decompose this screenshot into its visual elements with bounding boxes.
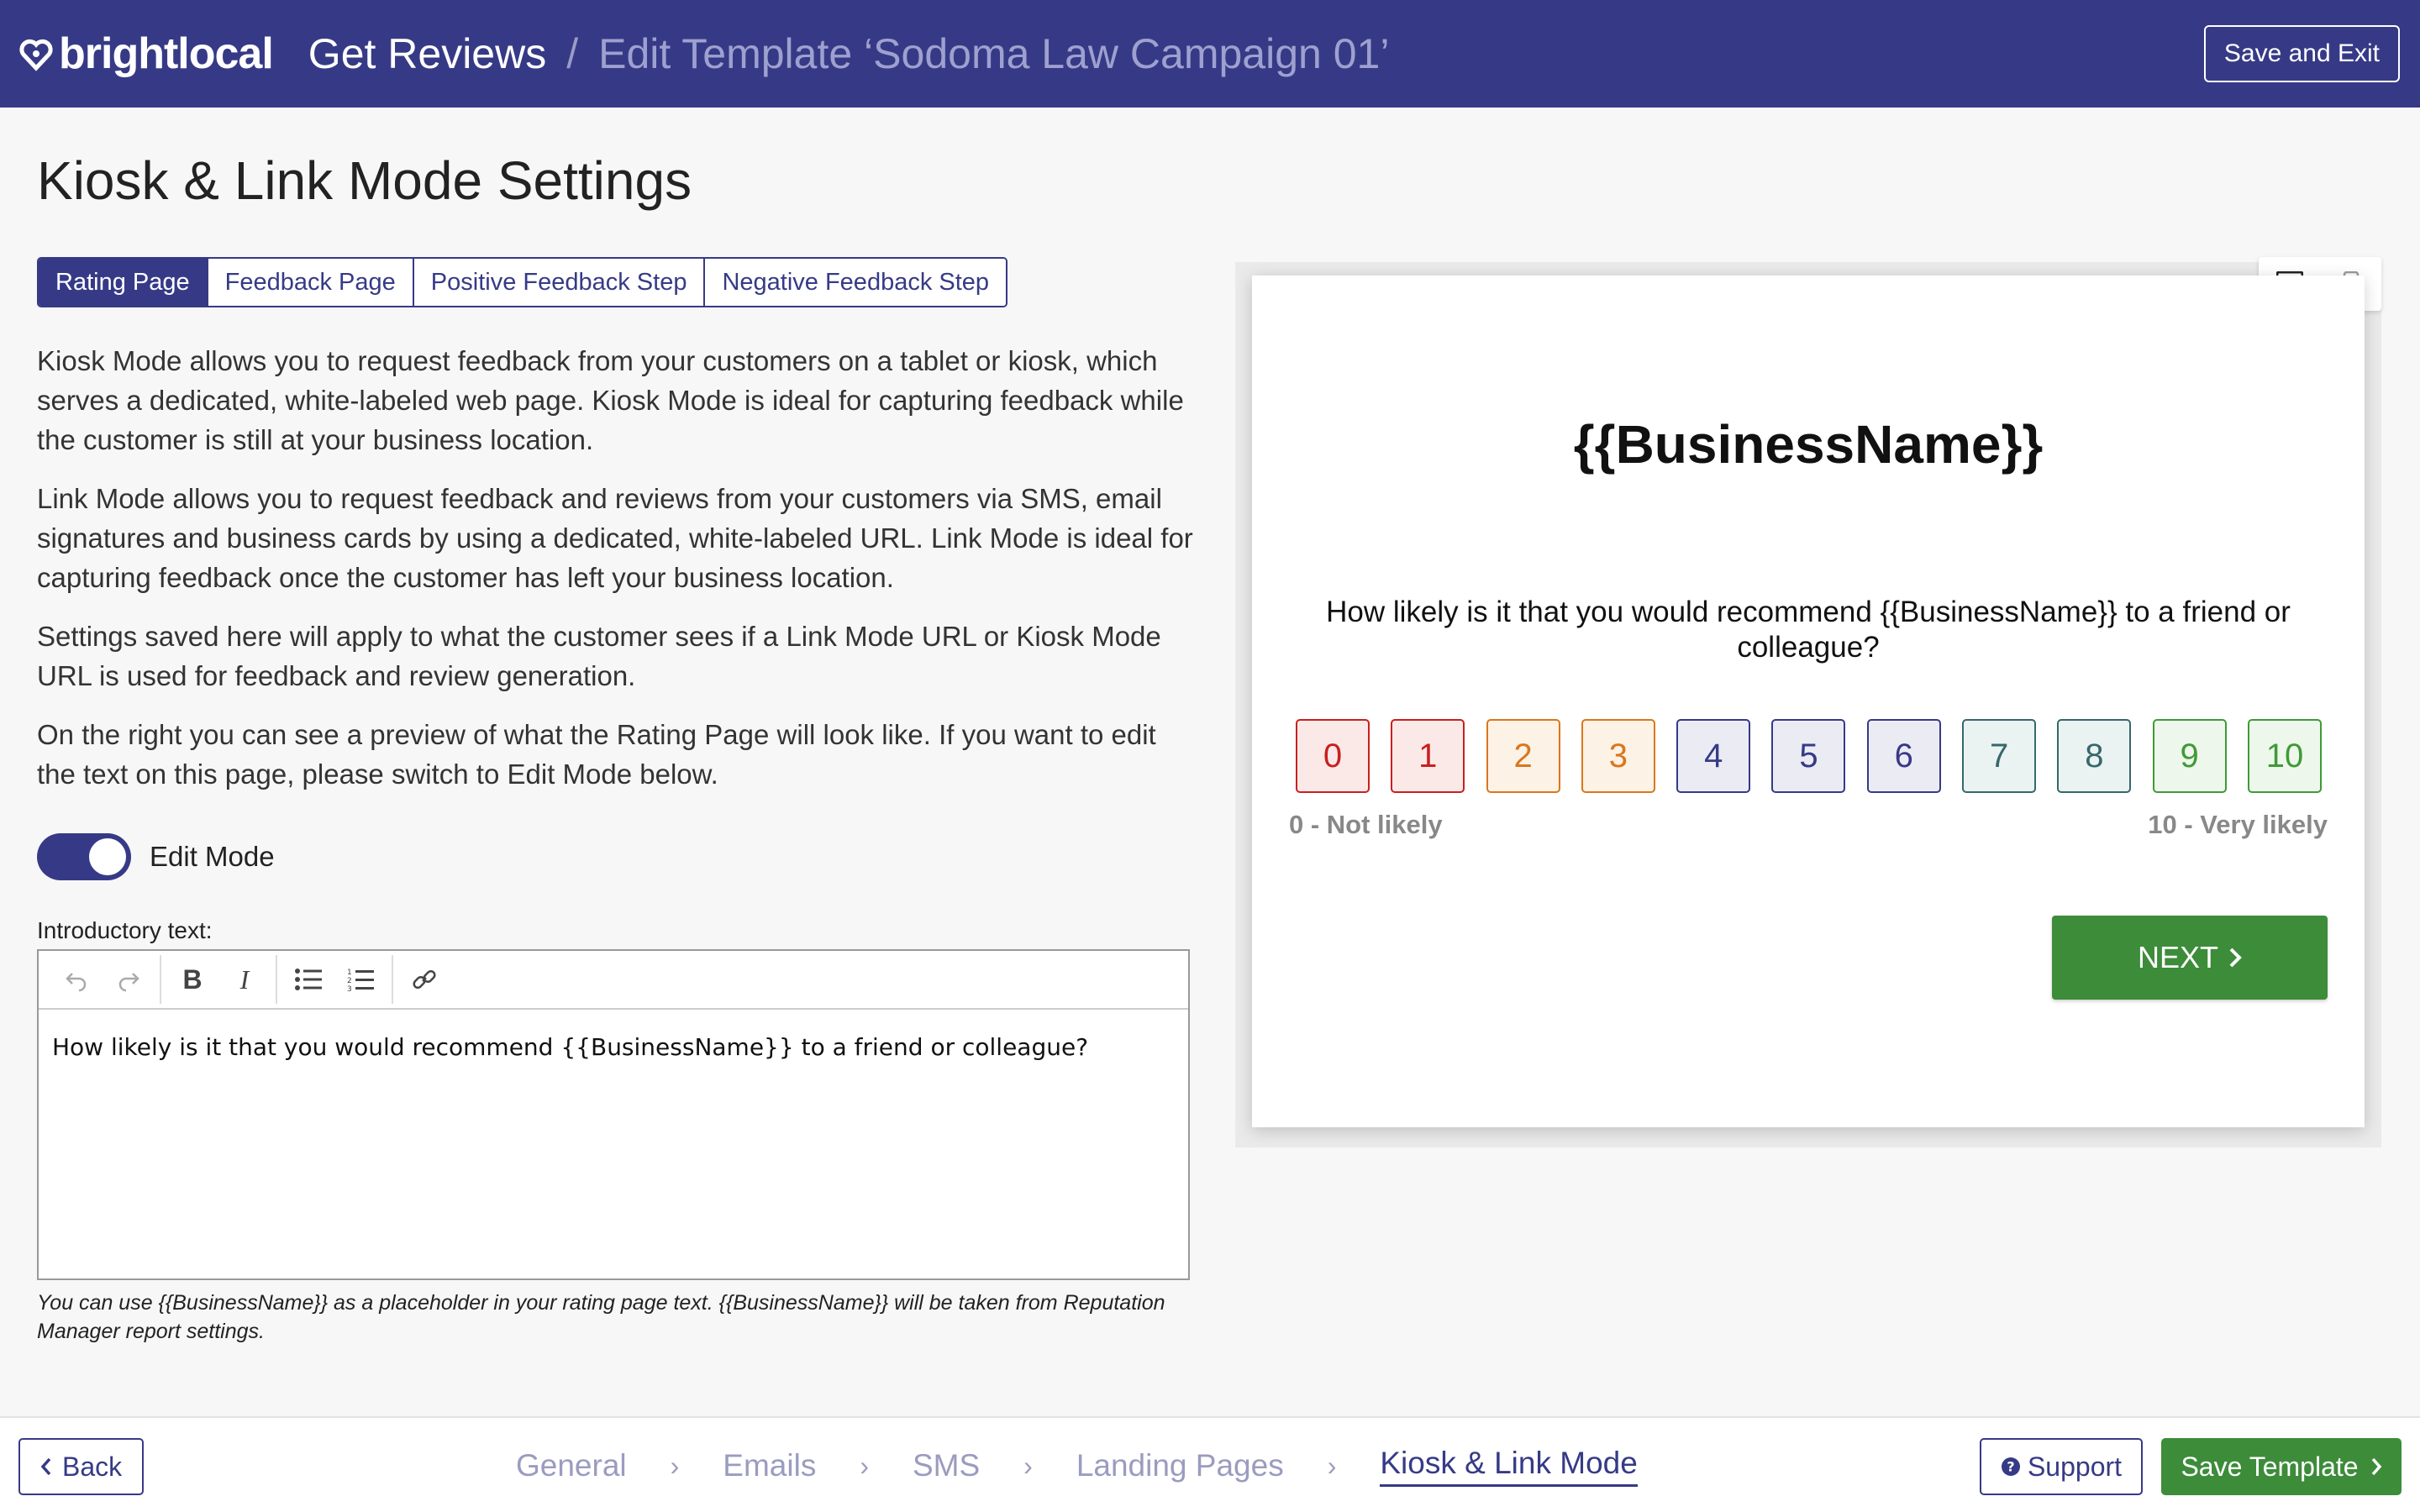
edit-mode-label: Edit Mode (150, 841, 275, 872)
preview-business-name: {{BusinessName}} (1573, 414, 2044, 475)
save-template-button[interactable]: Save Template (2161, 1438, 2402, 1495)
score-option-2[interactable]: 2 (1486, 719, 1560, 793)
breadcrumb-separator: / (566, 30, 579, 77)
wizard-steps: General › Emails › SMS › Landing Pages ›… (516, 1418, 1638, 1512)
step-general[interactable]: General (516, 1448, 627, 1483)
chevron-right-icon: › (1327, 1450, 1337, 1481)
undo-icon[interactable] (50, 956, 103, 1003)
toolbar-divider (392, 955, 393, 1004)
tab-negative-feedback-step[interactable]: Negative Feedback Step (705, 259, 1007, 306)
scale-low-label: 0 - Not likely (1289, 810, 1443, 839)
chevron-right-icon (2228, 947, 2242, 969)
description-paragraph: Link Mode allows you to request feedback… (37, 483, 1193, 593)
svg-text:?: ? (2007, 1459, 2014, 1475)
placeholder-help-text: You can use {{BusinessName}} as a placeh… (37, 1291, 1165, 1343)
description-paragraph: Settings saved here will apply to what t… (37, 621, 1161, 691)
svg-text:1: 1 (347, 969, 352, 977)
score-option-7[interactable]: 7 (1962, 719, 2037, 793)
back-button[interactable]: Back (18, 1438, 145, 1495)
save-template-label: Save Template (2181, 1451, 2359, 1482)
description-paragraph: On the right you can see a preview of wh… (37, 719, 1156, 790)
edit-mode-row: Edit Mode (37, 833, 275, 880)
bold-icon[interactable]: B (166, 956, 218, 1003)
scale-high-label: 10 - Very likely (2148, 810, 2328, 839)
bottom-navigation: Back General › Emails › SMS › Landing Pa… (0, 1416, 2420, 1512)
score-option-3[interactable]: 3 (1581, 719, 1655, 793)
step-landing-pages[interactable]: Landing Pages (1076, 1448, 1284, 1483)
description-paragraph: Kiosk Mode allows you to request feedbac… (37, 345, 1184, 455)
question-circle-icon: ? (2001, 1457, 2021, 1477)
chevron-right-icon: › (670, 1450, 680, 1481)
introductory-text-label: Introductory text: (37, 917, 213, 943)
save-and-exit-button[interactable]: Save and Exit (2203, 25, 2400, 82)
tab-rating-page[interactable]: Rating Page (39, 259, 208, 306)
page-tabs: Rating Page Feedback Page Positive Feedb… (37, 257, 1008, 307)
breadcrumb-current: Edit Template ‘Sodoma Law Campaign 01’ (598, 30, 1390, 77)
toolbar-divider (276, 955, 277, 1004)
redo-icon[interactable] (103, 956, 155, 1003)
next-label: NEXT (2137, 940, 2218, 974)
logo-heart-icon (18, 36, 54, 71)
numbered-list-icon[interactable]: 123 (334, 956, 387, 1003)
back-label: Back (62, 1451, 123, 1482)
bullet-list-icon[interactable] (282, 956, 334, 1003)
chevron-right-icon: › (860, 1450, 869, 1481)
edit-mode-toggle[interactable] (37, 833, 131, 880)
svg-text:3: 3 (347, 985, 352, 992)
score-option-1[interactable]: 1 (1391, 719, 1465, 793)
tab-positive-feedback-step[interactable]: Positive Feedback Step (413, 259, 706, 306)
score-option-8[interactable]: 8 (2057, 719, 2132, 793)
italic-icon[interactable]: I (218, 956, 271, 1003)
description: Kiosk Mode allows you to request feedbac… (37, 341, 1197, 813)
chevron-right-icon (2370, 1457, 2382, 1476)
chevron-left-icon (40, 1457, 52, 1476)
rich-text-editor: B I 123 How likely is it that you would … (37, 949, 1190, 1280)
support-button[interactable]: ? Support (1980, 1438, 2143, 1495)
toggle-knob (89, 838, 126, 875)
toolbar-divider (160, 955, 161, 1004)
editor-toolbar: B I 123 (39, 951, 1188, 1010)
support-label: Support (2027, 1451, 2123, 1482)
logo-text: brightlocal (59, 29, 274, 78)
chevron-right-icon: › (1023, 1450, 1033, 1481)
tab-feedback-page[interactable]: Feedback Page (208, 259, 414, 306)
rating-scale: 0 1 2 3 4 5 6 7 8 9 10 (1296, 719, 2322, 793)
intro-text-area[interactable]: How likely is it that you would recommen… (39, 1010, 1188, 1084)
page-title: Kiosk & Link Mode Settings (37, 150, 692, 211)
step-sms[interactable]: SMS (913, 1448, 980, 1483)
top-header: brightlocal Get Reviews / Edit Template … (0, 0, 2420, 108)
svg-text:2: 2 (347, 977, 352, 985)
score-option-9[interactable]: 9 (2152, 719, 2227, 793)
rating-page-preview: {{BusinessName}} How likely is it that y… (1252, 276, 2365, 1127)
next-button[interactable]: NEXT (2052, 916, 2328, 1000)
step-emails[interactable]: Emails (723, 1448, 816, 1483)
score-option-4[interactable]: 4 (1676, 719, 1751, 793)
score-option-0[interactable]: 0 (1296, 719, 1370, 793)
breadcrumb: Get Reviews / Edit Template ‘Sodoma Law … (308, 29, 1390, 78)
brightlocal-logo[interactable]: brightlocal (18, 29, 274, 79)
score-option-6[interactable]: 6 (1866, 719, 1941, 793)
score-option-5[interactable]: 5 (1771, 719, 1846, 793)
step-kiosk-link-mode[interactable]: Kiosk & Link Mode (1380, 1446, 1638, 1487)
link-icon[interactable] (398, 956, 450, 1003)
breadcrumb-get-reviews[interactable]: Get Reviews (308, 29, 546, 78)
score-option-10[interactable]: 10 (2247, 719, 2322, 793)
preview-question: How likely is it that you would recommen… (1326, 596, 2291, 664)
